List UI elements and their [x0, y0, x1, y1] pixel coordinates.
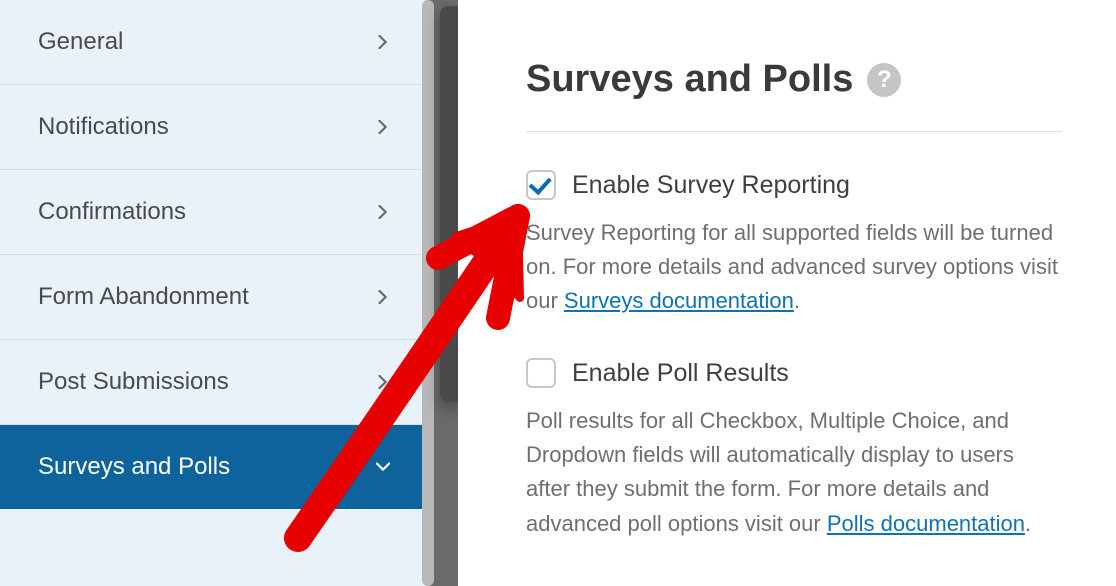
- panel-gutter: [428, 0, 458, 586]
- option-desc-text: .: [1025, 511, 1031, 536]
- checkbox-poll-results[interactable]: [526, 358, 556, 388]
- panel-header: Surveys and Polls ?: [526, 58, 1062, 132]
- surveys-documentation-link[interactable]: Surveys documentation: [564, 288, 794, 313]
- option-description: Survey Reporting for all supported field…: [526, 216, 1062, 318]
- sidebar-item-label: Surveys and Polls: [38, 453, 230, 481]
- chevron-right-icon: [376, 290, 390, 304]
- sidebar-item-label: General: [38, 28, 123, 56]
- chevron-down-icon: [376, 460, 390, 474]
- sidebar-item-confirmations[interactable]: Confirmations: [0, 170, 428, 255]
- option-row[interactable]: Enable Poll Results: [526, 358, 1062, 388]
- option-label: Enable Survey Reporting: [572, 171, 850, 200]
- panel-title: Surveys and Polls: [526, 58, 853, 101]
- option-description: Poll results for all Checkbox, Multiple …: [526, 404, 1062, 540]
- polls-documentation-link[interactable]: Polls documentation: [827, 511, 1025, 536]
- settings-sidebar: General Notifications Confirmations Form…: [0, 0, 428, 586]
- settings-panel: Surveys and Polls ? Enable Survey Report…: [458, 0, 1116, 586]
- sidebar-item-general[interactable]: General: [0, 0, 428, 85]
- option-row[interactable]: Enable Survey Reporting: [526, 170, 1062, 200]
- sidebar-item-label: Form Abandonment: [38, 283, 249, 311]
- option-label: Enable Poll Results: [572, 359, 789, 388]
- sidebar-item-surveys-polls[interactable]: Surveys and Polls: [0, 425, 428, 509]
- sidebar-item-label: Post Submissions: [38, 368, 229, 396]
- checkbox-survey-reporting[interactable]: [526, 170, 556, 200]
- option-survey-reporting: Enable Survey Reporting Survey Reporting…: [526, 170, 1062, 318]
- sidebar-item-label: Notifications: [38, 113, 169, 141]
- sidebar-item-label: Confirmations: [38, 198, 186, 226]
- option-desc-text: .: [794, 288, 800, 313]
- chevron-right-icon: [376, 35, 390, 49]
- help-icon[interactable]: ?: [867, 63, 901, 97]
- chevron-right-icon: [376, 205, 390, 219]
- chevron-right-icon: [376, 375, 390, 389]
- sidebar-item-post-submissions[interactable]: Post Submissions: [0, 340, 428, 425]
- sidebar-item-form-abandonment[interactable]: Form Abandonment: [0, 255, 428, 340]
- sidebar-item-notifications[interactable]: Notifications: [0, 85, 428, 170]
- option-poll-results: Enable Poll Results Poll results for all…: [526, 358, 1062, 540]
- chevron-right-icon: [376, 120, 390, 134]
